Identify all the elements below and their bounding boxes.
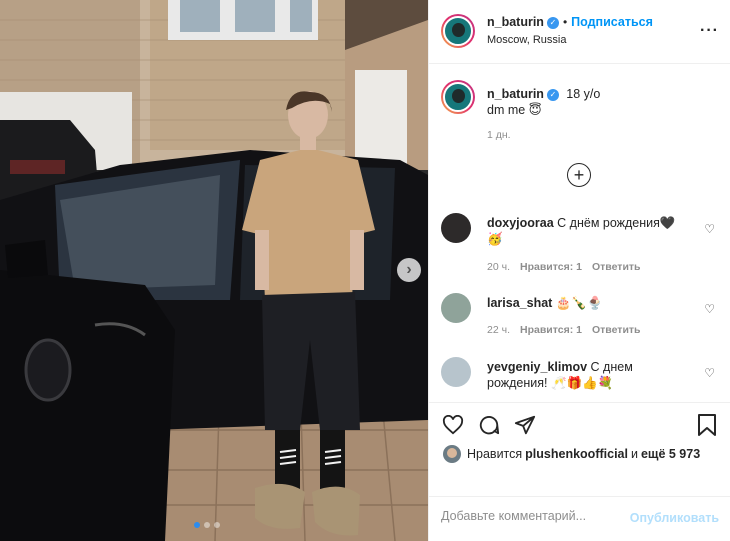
comment-item: larisa_shat 🎂🍾🍨 22 ч. Нравится: 1 Ответить…	[441, 293, 721, 338]
comment-text: С днём рождения🖤	[557, 216, 676, 230]
comment-item: doxyjooraa С днём рождения🖤 🥳 20 ч. Нрави…	[441, 213, 721, 273]
instagram-post: › n_baturin ✓ • Подписаться Moscow, Russia …	[0, 0, 730, 541]
comment-text-cont: рождения! 🥂🎁👍💐	[487, 376, 614, 390]
comment-input[interactable]	[441, 509, 621, 523]
comment-body: doxyjooraa С днём рождения🖤 🥳	[487, 215, 687, 247]
comment-text: 🎂🍾🍨	[555, 296, 603, 310]
liker-username[interactable]: plushenkoofficial	[525, 447, 628, 461]
comment-username[interactable]: doxyjooraa	[487, 216, 554, 230]
carousel-dot	[214, 522, 220, 528]
header-title-row: n_baturin ✓ • Подписаться	[487, 15, 653, 29]
carousel-dot	[194, 522, 200, 528]
comment-time[interactable]: 22 ч.	[487, 324, 510, 336]
publish-button[interactable]: Опубликовать	[630, 511, 719, 525]
likes-prefix: Нравится	[467, 447, 523, 461]
caption-time[interactable]: 1 дн.	[487, 129, 511, 141]
caption-text-line1: 18 y/o	[566, 87, 601, 101]
location-link[interactable]: Moscow, Russia	[487, 34, 566, 46]
add-comment-bar: Опубликовать	[429, 496, 730, 541]
comment-heart-icon[interactable]: ♡	[704, 302, 715, 316]
more-icon[interactable]: ···	[700, 22, 719, 40]
heart-icon[interactable]	[441, 413, 465, 437]
action-icons	[441, 413, 537, 437]
post-header: n_baturin ✓ • Подписаться Moscow, Russia ··…	[429, 0, 730, 64]
share-icon[interactable]	[513, 413, 537, 437]
caption-avatar[interactable]	[441, 80, 475, 114]
comment-meta: 22 ч. Нравится: 1 Ответить	[487, 324, 651, 336]
comment-username[interactable]: yevgeniy_klimov	[487, 360, 587, 374]
post-media[interactable]: ›	[0, 0, 428, 541]
comment-heart-icon[interactable]: ♡	[704, 366, 715, 380]
caption-username[interactable]: n_baturin	[487, 87, 544, 101]
avatar[interactable]	[441, 14, 475, 48]
likes-middle: и	[630, 447, 638, 461]
comment-time[interactable]: 20 ч.	[487, 261, 510, 273]
post-photo	[0, 0, 428, 541]
post-actions: Нравится plushenkoofficial и ещё 5 973	[429, 402, 730, 502]
follow-button[interactable]: Подписаться	[571, 15, 653, 29]
comment-item: yevgeniy_klimov С днем рождения! 🥂🎁👍💐 ♡	[441, 357, 721, 397]
reply-button[interactable]: Ответить	[592, 324, 641, 336]
comment-heart-icon[interactable]: ♡	[704, 222, 715, 236]
caption: n_baturin ✓ 18 y/o	[487, 86, 600, 102]
comment-body: larisa_shat 🎂🍾🍨	[487, 295, 687, 311]
comment-likes[interactable]: Нравится: 1	[520, 261, 582, 273]
liker-avatar	[443, 445, 461, 463]
comment-text-cont: 🥳	[487, 232, 503, 246]
likes-count[interactable]: ещё 5 973	[641, 447, 700, 461]
post-side-panel: n_baturin ✓ • Подписаться Moscow, Russia ··…	[428, 0, 730, 541]
bookmark-icon[interactable]	[697, 413, 721, 437]
comment-avatar[interactable]	[441, 357, 471, 387]
comment-body: yevgeniy_klimov С днем рождения! 🥂🎁👍💐	[487, 359, 687, 391]
likes-summary[interactable]: Нравится plushenkoofficial и ещё 5 973	[443, 445, 703, 463]
reply-button[interactable]: Ответить	[592, 261, 641, 273]
carousel-dot	[204, 522, 210, 528]
add-circle-icon[interactable]: +	[567, 163, 591, 187]
comment-meta: 20 ч. Нравится: 1 Ответить	[487, 261, 651, 273]
next-arrow-icon[interactable]: ›	[397, 258, 421, 282]
comment-icon[interactable]	[477, 413, 501, 437]
separator-dot: •	[562, 15, 568, 29]
header-username[interactable]: n_baturin	[487, 15, 544, 29]
comment-likes[interactable]: Нравится: 1	[520, 324, 582, 336]
verified-icon: ✓	[546, 88, 559, 101]
comment-avatar[interactable]	[441, 213, 471, 243]
verified-icon: ✓	[546, 16, 559, 29]
comment-text: С днем	[590, 360, 633, 374]
caption-text-line2: dm me 😇	[487, 103, 542, 117]
comment-username[interactable]: larisa_shat	[487, 296, 552, 310]
comment-avatar[interactable]	[441, 293, 471, 323]
carousel-dots	[194, 522, 220, 528]
